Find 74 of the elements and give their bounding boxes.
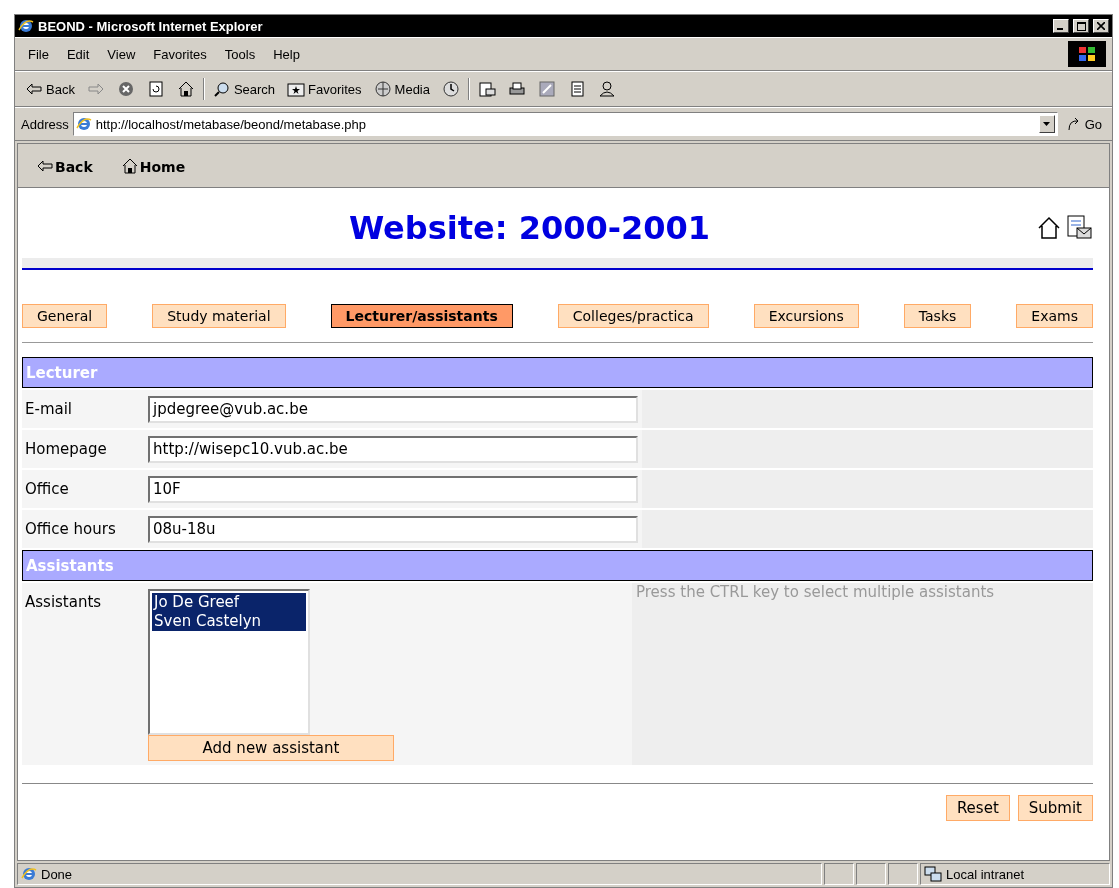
person-icon <box>598 80 616 98</box>
dropdown-button[interactable] <box>1038 115 1055 133</box>
list-option[interactable]: Jo De Greef <box>152 593 306 612</box>
star-folder-icon <box>287 80 306 98</box>
hint-text: Press the CTRL key to select multiple assistants <box>635 582 996 603</box>
tab[interactable]: Study material <box>152 304 286 328</box>
toolbar-button[interactable]: Favorites <box>283 78 366 100</box>
section-header: Assistants <box>22 550 1093 581</box>
maximize-button[interactable] <box>1073 19 1089 33</box>
menu-item[interactable]: Edit <box>59 44 97 64</box>
text-field[interactable]: 10F <box>148 475 638 503</box>
field-label: Homepage <box>24 439 108 458</box>
field-label: Office <box>24 479 70 498</box>
home-icon <box>176 80 195 98</box>
maximize-icon <box>1076 21 1086 31</box>
mail-icon[interactable] <box>1065 214 1093 242</box>
tab[interactable]: Tasks <box>903 304 972 328</box>
zone-text: Local intranet <box>946 866 1025 882</box>
status-panel <box>824 863 854 885</box>
menu-item[interactable]: Help <box>266 44 307 64</box>
tab[interactable]: General <box>22 304 108 328</box>
tab[interactable]: Colleges/practica <box>557 304 709 328</box>
tab[interactable]: Excursions <box>753 304 859 328</box>
text-field[interactable]: 08u-18u <box>148 515 638 543</box>
mail-icon <box>478 80 496 98</box>
document-icon <box>568 80 586 98</box>
go-button[interactable]: Go <box>1061 114 1106 134</box>
toolbar-button[interactable]: Back <box>21 78 79 100</box>
section-header: Lecturer <box>22 357 1093 388</box>
window-title: BEOND - Microsoft Internet Explorer <box>38 18 264 34</box>
text-field[interactable]: jpdegree@vub.ac.be <box>148 395 638 423</box>
toolbar-button[interactable]: Media <box>369 78 434 100</box>
text-field[interactable]: http://wisepc10.vub.ac.be <box>148 435 638 463</box>
edit-icon <box>538 80 556 98</box>
browser-icon <box>21 866 37 882</box>
printer-icon <box>508 80 526 98</box>
form-button[interactable]: Submit <box>1017 795 1093 821</box>
add-assistant-button[interactable]: Add new assistant <box>148 735 394 761</box>
home-icon <box>120 156 139 175</box>
assistants-list[interactable]: Jo De Greef Sven Castelyn <box>148 589 310 735</box>
caret-icon <box>1043 122 1051 126</box>
search-icon <box>212 80 231 98</box>
windows-logo <box>1068 41 1106 67</box>
field-label: E-mail <box>24 399 74 418</box>
tab[interactable]: Exams <box>1016 304 1093 328</box>
refresh-icon <box>146 80 165 98</box>
field-label: Office hours <box>24 519 117 538</box>
page-title: Website: 2000-2001 <box>347 209 712 247</box>
browser-icon <box>18 18 34 34</box>
status-text: Done <box>41 866 73 882</box>
minimize-button[interactable] <box>1053 19 1069 33</box>
close-button[interactable] <box>1093 19 1109 33</box>
status-panel <box>888 863 918 885</box>
menu-item[interactable]: View <box>100 44 143 64</box>
form-button[interactable]: Reset <box>945 795 1010 821</box>
history-icon <box>442 80 460 98</box>
nav-link[interactable]: Home <box>120 156 186 175</box>
tab[interactable]: Lecturer/assistants <box>330 304 513 328</box>
toolbar-button[interactable]: Search <box>208 78 280 100</box>
close-icon <box>1097 22 1105 30</box>
browser-icon <box>75 116 92 132</box>
address-label: Address <box>21 116 69 132</box>
nav-link[interactable]: Back <box>36 156 93 175</box>
menu-item[interactable]: File <box>21 44 56 64</box>
stop-icon <box>116 80 135 98</box>
menu-item[interactable]: Tools <box>217 44 263 64</box>
list-option[interactable]: Sven Castelyn <box>152 612 306 631</box>
home-icon[interactable] <box>1037 216 1061 240</box>
menu-item[interactable]: Favorites <box>146 44 214 64</box>
media-icon <box>373 80 392 98</box>
network-icon <box>924 866 942 882</box>
field-label: Assistants <box>24 592 103 611</box>
status-panel <box>856 863 886 885</box>
address-field[interactable]: http://localhost/metabase/beond/metabase.php <box>72 112 1058 136</box>
